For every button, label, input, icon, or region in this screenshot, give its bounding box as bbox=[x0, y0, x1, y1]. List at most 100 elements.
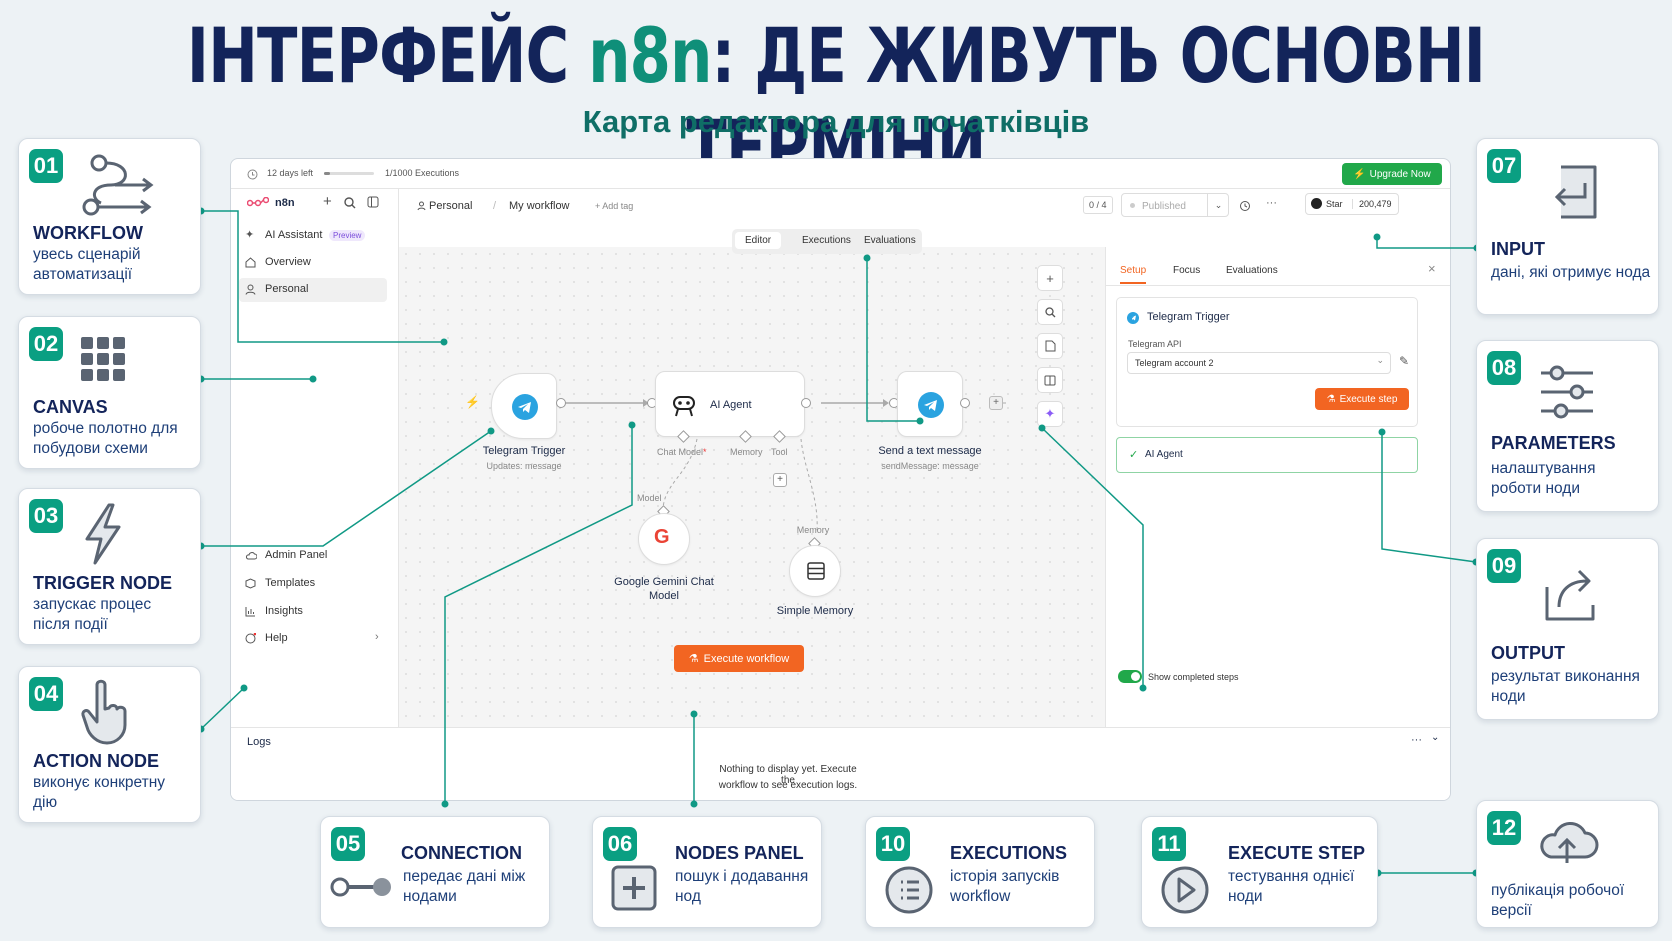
execute-workflow-button[interactable]: ⚗ Execute workflow bbox=[674, 645, 804, 672]
chevron-down-icon[interactable]: ⌄ bbox=[1431, 732, 1439, 743]
page-subtitle: Карта редактора для початківців bbox=[582, 104, 1090, 139]
chevron-down-icon: ⌄ bbox=[1376, 355, 1384, 365]
input-icon bbox=[1554, 165, 1597, 219]
user-icon bbox=[245, 284, 256, 295]
card-number: 04 bbox=[29, 677, 63, 711]
zoom-in-button[interactable]: + bbox=[1037, 265, 1063, 291]
show-completed-toggle[interactable] bbox=[1118, 670, 1142, 683]
panel-tab-evaluations[interactable]: Evaluations bbox=[1226, 265, 1278, 276]
sidebar-item-admin-panel[interactable]: Admin Panel bbox=[239, 545, 389, 567]
home-icon bbox=[245, 257, 256, 268]
port-label-model: Model bbox=[637, 493, 662, 503]
hand-pointer-icon bbox=[81, 679, 127, 745]
ai-agent-node[interactable]: AI Agent bbox=[655, 371, 805, 437]
sidebar-item-help[interactable]: Help › bbox=[239, 628, 389, 650]
sidebar-item-templates[interactable]: Templates bbox=[239, 573, 389, 595]
card-title: OUTPUT bbox=[1491, 643, 1565, 663]
sidebar-toggle-icon[interactable] bbox=[367, 196, 379, 208]
ai-agent-step[interactable]: ✓ AI Agent bbox=[1116, 437, 1418, 473]
search-nodes-button[interactable] bbox=[1037, 299, 1063, 325]
card-description: передає дані між нодами bbox=[403, 868, 526, 905]
gemini-chat-model-node[interactable]: G bbox=[638, 513, 690, 565]
github-icon bbox=[1311, 198, 1322, 209]
node-title: Send a text message bbox=[878, 445, 982, 457]
add-tag-link[interactable]: + Add tag bbox=[595, 201, 633, 211]
flask-icon: ⚗ bbox=[688, 653, 699, 665]
card-description: налаштування роботи ноди bbox=[1491, 460, 1596, 497]
chart-icon bbox=[245, 607, 255, 617]
status-dot-icon bbox=[1130, 203, 1135, 208]
node-subtitle: sendMessage: message bbox=[881, 461, 979, 471]
logs-title: Logs bbox=[247, 736, 271, 748]
help-icon bbox=[245, 633, 256, 644]
sidebar-item-label: Templates bbox=[265, 577, 316, 589]
workflow-canvas[interactable]: Editor Executions Evaluations ⚡ Telegram… bbox=[399, 229, 1105, 727]
panel-tab-focus[interactable]: Focus bbox=[1173, 265, 1200, 276]
sticky-note-button[interactable] bbox=[1037, 333, 1063, 359]
node-settings-panel: Setup Focus Evaluations × Telegram Trigg… bbox=[1105, 247, 1450, 727]
search-icon[interactable] bbox=[344, 197, 356, 209]
credential-select[interactable]: Telegram account 2 ⌄ bbox=[1127, 352, 1391, 374]
panel-node-title: Telegram Trigger bbox=[1147, 311, 1230, 323]
toggle-panel-button[interactable] bbox=[1037, 367, 1063, 393]
sidebar-item-label: Admin Panel bbox=[265, 549, 328, 561]
simple-memory-node[interactable] bbox=[789, 545, 841, 597]
more-options-icon[interactable]: ··· bbox=[1266, 197, 1277, 209]
sidebar-item-label: Personal bbox=[265, 283, 309, 295]
card-description: дані, які отримує нода bbox=[1491, 264, 1651, 281]
card-output: 09 OUTPUT результат виконання ноди bbox=[1476, 538, 1659, 720]
card-title: PARAMETERS bbox=[1491, 433, 1616, 453]
add-tool-button[interactable]: + bbox=[773, 473, 787, 487]
flask-icon: ⚗ bbox=[1326, 393, 1336, 405]
tab-executions[interactable]: Executions bbox=[802, 235, 851, 246]
card-number: 07 bbox=[1487, 149, 1521, 183]
port-out[interactable] bbox=[801, 398, 811, 408]
edit-credential-icon[interactable]: ✎ bbox=[1399, 354, 1409, 368]
panel-tab-setup[interactable]: Setup bbox=[1120, 265, 1147, 284]
card-description: публікація робочої версії bbox=[1491, 882, 1625, 919]
node-title: Google Gemini Chat Model bbox=[614, 576, 714, 602]
logs-more-icon[interactable]: ··· bbox=[1411, 734, 1422, 746]
check-icon: ✓ bbox=[1129, 449, 1139, 461]
sidebar-item-label: Overview bbox=[265, 256, 311, 268]
node-subtitle: Updates: message bbox=[486, 461, 562, 471]
chevron-down-icon[interactable]: ⌄ bbox=[1207, 194, 1229, 216]
logs-empty-line2: workflow to see execution logs. bbox=[718, 780, 858, 791]
grid-icon bbox=[81, 337, 125, 381]
card-canvas: 02 CANVAS робоче полотно для побудови сх… bbox=[18, 316, 201, 469]
send-message-node[interactable] bbox=[897, 371, 963, 437]
trigger-bolt-icon: ⚡ bbox=[465, 395, 480, 409]
card-number: 02 bbox=[29, 327, 63, 361]
ai-sparkle-button[interactable]: ✦ bbox=[1037, 401, 1063, 427]
box-icon bbox=[245, 578, 256, 589]
upgrade-now-button[interactable]: ⚡ Upgrade Now bbox=[1342, 163, 1442, 185]
note-icon bbox=[1045, 340, 1055, 352]
card-nodes-panel: 06 NODES PANEL пошук і додавання нод bbox=[592, 816, 822, 928]
port-out[interactable] bbox=[960, 398, 970, 408]
sidebar-item-insights[interactable]: Insights bbox=[239, 601, 389, 623]
card-title: EXECUTIONS bbox=[950, 843, 1068, 863]
breadcrumb-project[interactable]: Personal bbox=[429, 200, 472, 212]
new-item-icon[interactable]: + bbox=[323, 193, 332, 210]
sidebar-item-ai-assistant[interactable]: ✦ AI Assistant Preview bbox=[239, 225, 389, 247]
card-number: 11 bbox=[1152, 827, 1186, 861]
sidebar: n8n + ✦ AI Assistant Preview Overview Pe… bbox=[231, 189, 399, 727]
workflow-name[interactable]: My workflow bbox=[509, 200, 570, 212]
card-title: CANVAS bbox=[33, 397, 108, 417]
sidebar-item-personal[interactable]: Personal bbox=[239, 278, 387, 302]
port-label-memory-in: Memory bbox=[796, 525, 830, 535]
github-star-widget[interactable]: Star 200,479 bbox=[1305, 193, 1399, 215]
add-node-after-button[interactable]: + bbox=[989, 396, 1003, 410]
port-out[interactable] bbox=[556, 398, 566, 408]
execute-step-button[interactable]: ⚗ Execute step bbox=[1315, 388, 1409, 410]
close-icon[interactable]: × bbox=[1428, 261, 1436, 276]
card-parameters: 08 PARAMETERS налаштування роботи ноди bbox=[1476, 340, 1659, 512]
telegram-trigger-node[interactable] bbox=[491, 373, 557, 439]
node-title: AI Agent bbox=[710, 399, 752, 411]
published-label: Published bbox=[1142, 201, 1186, 212]
sidebar-item-overview[interactable]: Overview bbox=[239, 252, 389, 274]
tab-evaluations[interactable]: Evaluations bbox=[864, 235, 916, 246]
history-icon[interactable] bbox=[1239, 200, 1251, 212]
cloud-icon bbox=[246, 552, 257, 560]
publish-status[interactable]: Published ⌄ bbox=[1121, 193, 1229, 217]
